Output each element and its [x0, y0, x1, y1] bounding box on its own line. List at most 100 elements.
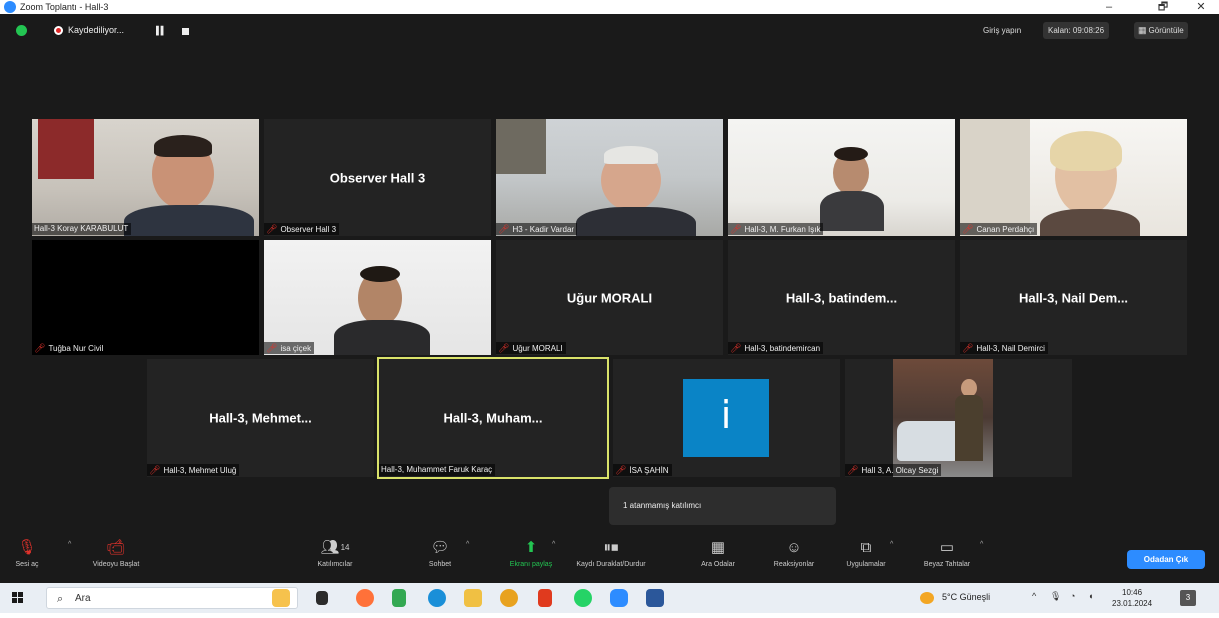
participant-display-name: Hall-3, Nail Dem... — [1018, 290, 1129, 305]
wifi-icon[interactable]: ◔ — [1070, 591, 1075, 601]
participants-button[interactable]: 👥︎14 Katılımcılar — [310, 533, 360, 568]
breakout-rooms-icon: ▦ — [710, 539, 726, 556]
zoom-logo-icon — [4, 1, 16, 13]
participant-display-name: Hall-3, batindem... — [785, 290, 898, 305]
taskbar-clock[interactable]: 10:46 23.01.2024 — [1112, 587, 1152, 609]
participant-display-name: Uğur MORALI — [566, 290, 653, 305]
participant-display-name: Hall-3, Muham... — [443, 410, 543, 426]
tray-expand-icon[interactable]: ^ — [1032, 591, 1036, 601]
apps-button[interactable]: ⧉ Uygulamalar — [836, 533, 896, 568]
participant-name: Hall-3, Muhammet Faruk Karaç — [379, 464, 496, 476]
participant-tile[interactable]: Hall-3 Koray KARABULUT — [32, 119, 259, 236]
share-screen-icon: ⬆︎ — [524, 539, 538, 556]
flag-background — [38, 119, 94, 179]
leave-room-button[interactable]: Odadan Çık — [1127, 550, 1205, 569]
chrome-icon[interactable] — [500, 589, 518, 607]
sign-in-link[interactable]: Giriş yapın — [983, 26, 1021, 35]
participant-tile[interactable]: Hall-3, Nail Dem... 🎤︎ Hall-3, Nail Demir… — [960, 240, 1187, 355]
participant-name: 🎤︎ Hall-3, M. Furkan Işık — [728, 223, 824, 235]
window-title-bar: Zoom Toplantı - Hall-3 – 🗗 ✕ — [0, 0, 1219, 14]
recording-dot-icon — [54, 26, 63, 35]
participant-name: 🎤︎ İSA ŞAHİN — [613, 464, 672, 476]
windows-start-icon[interactable] — [12, 592, 24, 604]
participant-tile[interactable]: Hall-3, Mehmet... 🎤︎ Hall-3, Mehmet Uluğ — [147, 359, 374, 477]
word-icon[interactable] — [646, 589, 664, 607]
microphone-tray-icon[interactable]: 🎙︎ — [1050, 591, 1061, 602]
security-shield-icon[interactable] — [16, 25, 27, 36]
time-remaining: Kalan: 09:08:26 — [1043, 22, 1110, 39]
participant-name: 🎤︎ Tuğba Nur Civil — [32, 342, 107, 354]
participant-tile[interactable]: 🎤︎ isa çiçek — [264, 240, 491, 355]
minimize-button[interactable]: – — [1094, 0, 1124, 14]
share-screen-button[interactable]: ⬆︎ Ekranı paylaş — [508, 533, 554, 568]
participant-name: 🎤︎ Hall-3, Mehmet Uluğ — [147, 464, 240, 476]
office-icon[interactable] — [538, 589, 552, 607]
meeting-top-bar: Kaydediliyor... ▌▌ Giriş yapın Kalan: 09… — [0, 14, 1219, 48]
participant-tile[interactable]: Hall-3, batindem... 🎤︎ Hall-3, batindemir… — [728, 240, 955, 355]
whatsapp-icon[interactable] — [574, 589, 592, 607]
stop-recording-icon[interactable] — [182, 28, 189, 35]
pause-stop-icon: ⏸︎⏹︎ — [603, 539, 619, 556]
participant-display-name: Hall-3, Mehmet... — [209, 410, 312, 426]
search-highlight-icon — [272, 589, 290, 607]
muted-mic-icon: 🎙︎ — [17, 539, 37, 556]
restore-button[interactable]: 🗗 — [1148, 0, 1178, 14]
participant-tile[interactable]: 🎤︎ Canan Perdahçı — [960, 119, 1187, 236]
participant-name: 🎤︎ isa çiçek — [264, 342, 315, 354]
participant-name: 🎤︎ Hall-3, batindemircan — [728, 342, 824, 354]
participant-name: 🎤︎ Canan Perdahçı — [960, 223, 1038, 235]
reactions-icon: ☺ — [786, 539, 802, 556]
meeting-toolbar: 🎙︎ Sesi aç ^ 📹︎ Videoyu Başlat 👥︎14 Katı… — [0, 533, 1219, 580]
video-off-icon: 📹︎ — [106, 539, 126, 556]
participant-tile[interactable]: Uğur MORALI 🎤︎ Uğur MORALI — [496, 240, 723, 355]
grid-view-icon: ▦ — [1138, 25, 1147, 35]
chat-button[interactable]: 💬︎ Sohbet — [420, 533, 460, 568]
window-title: Zoom Toplantı - Hall-3 — [20, 2, 109, 12]
bottom-strip — [0, 613, 1219, 618]
participant-tile[interactable]: 🎤︎ Hall 3, A. Olcay Sezgi — [845, 359, 1072, 477]
chat-icon: 💬︎ — [430, 539, 450, 556]
unmute-button[interactable]: 🎙︎ Sesi aç — [4, 533, 50, 568]
participant-name: 🎤︎ Hall-3, Nail Demirci — [960, 342, 1048, 354]
view-button-label: Görüntüle — [1148, 26, 1184, 35]
participants-icon: 👥︎14 — [320, 539, 350, 556]
breakout-rooms-button[interactable]: ▦ Ara Odalar — [696, 533, 740, 568]
active-speaker-tile[interactable]: Hall-3, Muham... Hall-3, Muhammet Faruk … — [377, 357, 609, 479]
volume-icon[interactable]: ◖ — [1088, 591, 1093, 601]
participant-tile[interactable]: 🎤︎ Tuğba Nur Civil — [32, 240, 259, 355]
whiteboard-icon: ▭ — [939, 539, 955, 556]
calculator-icon[interactable] — [392, 589, 406, 607]
notifications-icon[interactable]: 3 — [1180, 590, 1196, 606]
participant-tile[interactable]: Observer Hall 3 🎤︎ Observer Hall 3 — [264, 119, 491, 236]
reactions-button[interactable]: ☺ Reaksiyonlar — [764, 533, 824, 568]
taskbar-search-input[interactable]: ⌕ Ara — [46, 587, 298, 609]
search-icon: ⌕ — [57, 593, 64, 605]
participant-name: Hall-3 Koray KARABULUT — [32, 223, 132, 235]
start-video-button[interactable]: 📹︎ Videoyu Başlat — [86, 533, 146, 568]
edge-icon[interactable] — [428, 589, 446, 607]
pause-stop-recording-button[interactable]: ⏸︎⏹︎ Kaydı Duraklat/Durdur — [568, 533, 654, 568]
task-view-icon[interactable] — [316, 591, 328, 605]
participant-name: 🎤︎ H3 - Kadir Vardar — [496, 223, 578, 235]
participant-tile[interactable]: 🎤︎ Hall-3, M. Furkan Işık — [728, 119, 955, 236]
file-explorer-icon[interactable] — [464, 589, 482, 607]
apps-icon: ⧉ — [860, 539, 872, 556]
weather-text[interactable]: 5°C Güneşli — [942, 592, 990, 602]
weather-icon — [920, 592, 934, 604]
view-button[interactable]: ▦ Görüntüle — [1134, 22, 1188, 39]
pause-recording-icon[interactable]: ▌▌ — [156, 26, 166, 35]
muted-mic-icon: 🎤︎ — [266, 224, 278, 234]
zoom-taskbar-icon[interactable] — [610, 589, 628, 607]
participant-name: 🎤︎ Observer Hall 3 — [264, 223, 340, 235]
close-button[interactable]: ✕ — [1186, 0, 1216, 14]
participant-tile[interactable]: 🎤︎ H3 - Kadir Vardar — [496, 119, 723, 236]
unassigned-participants-tooltip: 1 atanmamış katılımcı — [609, 487, 836, 525]
participant-display-name: Observer Hall 3 — [329, 170, 426, 185]
participant-name: 🎤︎ Uğur MORALI — [496, 342, 566, 354]
participant-name: 🎤︎ Hall 3, A. Olcay Sezgi — [845, 464, 942, 476]
profile-picture-avatar: i — [683, 379, 769, 457]
recording-label: Kaydediliyor... — [68, 25, 125, 35]
whiteboards-button[interactable]: ▭ Beyaz Tahtalar — [914, 533, 980, 568]
firefox-icon[interactable] — [356, 589, 374, 607]
windows-taskbar: ⌕ Ara 5°C Güneşli ^ 🎙︎ ◔ ◖ 10:46 23.01.2… — [0, 583, 1219, 613]
